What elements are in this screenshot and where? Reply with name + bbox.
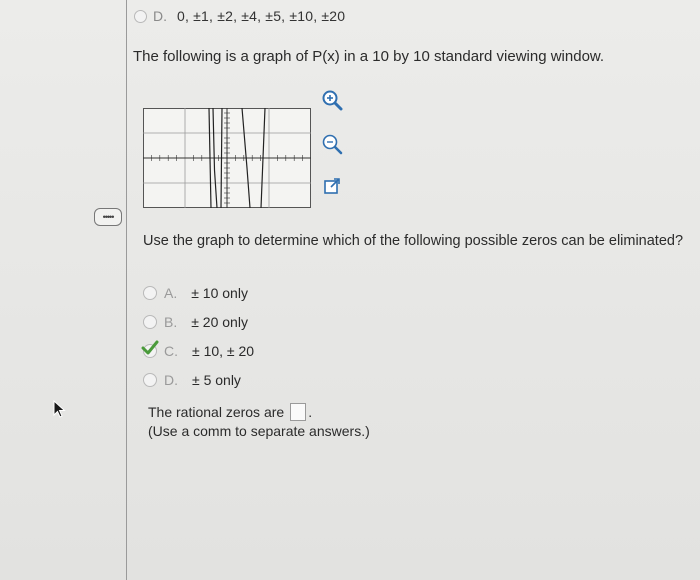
choice-letter: B.	[164, 313, 178, 330]
answer-prompt: The rational zeros are	[148, 404, 285, 420]
left-divider	[126, 0, 127, 580]
choice-text: ± 20 only	[191, 313, 248, 330]
more-options-tab[interactable]: •••••	[94, 208, 122, 226]
choice-d[interactable]: D. ± 5 only	[143, 365, 254, 394]
graph-tools	[320, 88, 350, 208]
choice-b[interactable]: B. ± 20 only	[143, 307, 254, 336]
radio-button[interactable]	[143, 372, 157, 387]
choice-a[interactable]: A. ± 10 only	[143, 278, 254, 307]
page: D. 0, ±1, ±2, ±4, ±5, ±10, ±20 The follo…	[0, 0, 700, 580]
choice-letter: C.	[164, 342, 178, 359]
more-dots: •••••	[102, 212, 115, 222]
choice-c[interactable]: C. ± 10, ± 20	[141, 336, 255, 365]
answer-input[interactable]	[290, 403, 307, 421]
open-external-icon[interactable]	[320, 174, 344, 198]
question-text: Use the graph to determine which of the …	[143, 233, 684, 249]
zoom-in-icon[interactable]	[320, 88, 344, 112]
option-text: 0, ±1, ±2, ±4, ±5, ±10, ±20	[177, 8, 346, 24]
mouse-cursor-icon	[53, 400, 66, 418]
choice-letter: D.	[164, 371, 178, 388]
answer-instructions: (Use a comm to separate answers.)	[148, 423, 370, 439]
choice-text: ± 5 only	[192, 371, 241, 388]
choice-text: ± 10, ± 20	[192, 342, 255, 359]
radio-button[interactable]	[143, 285, 157, 300]
selected-radio[interactable]	[141, 340, 159, 358]
radio-button[interactable]	[134, 9, 147, 23]
answer-section: The rational zeros are . (Use a comm to …	[148, 403, 370, 439]
graph-intro-text: The following is a graph of P(x) in a 10…	[133, 48, 605, 65]
checkmark-icon	[141, 340, 159, 354]
answer-period: .	[308, 404, 313, 420]
previous-option-d[interactable]: D. 0, ±1, ±2, ±4, ±5, ±10, ±20	[134, 8, 345, 24]
answer-choices: A. ± 10 only B. ± 20 only C. ± 10, ± 20 …	[141, 278, 255, 394]
zoom-out-icon[interactable]	[320, 132, 344, 156]
option-letter: D.	[153, 8, 167, 24]
radio-button[interactable]	[143, 314, 157, 329]
choice-letter: A.	[164, 284, 178, 301]
choice-text: ± 10 only	[191, 284, 248, 301]
polynomial-graph	[143, 108, 311, 208]
